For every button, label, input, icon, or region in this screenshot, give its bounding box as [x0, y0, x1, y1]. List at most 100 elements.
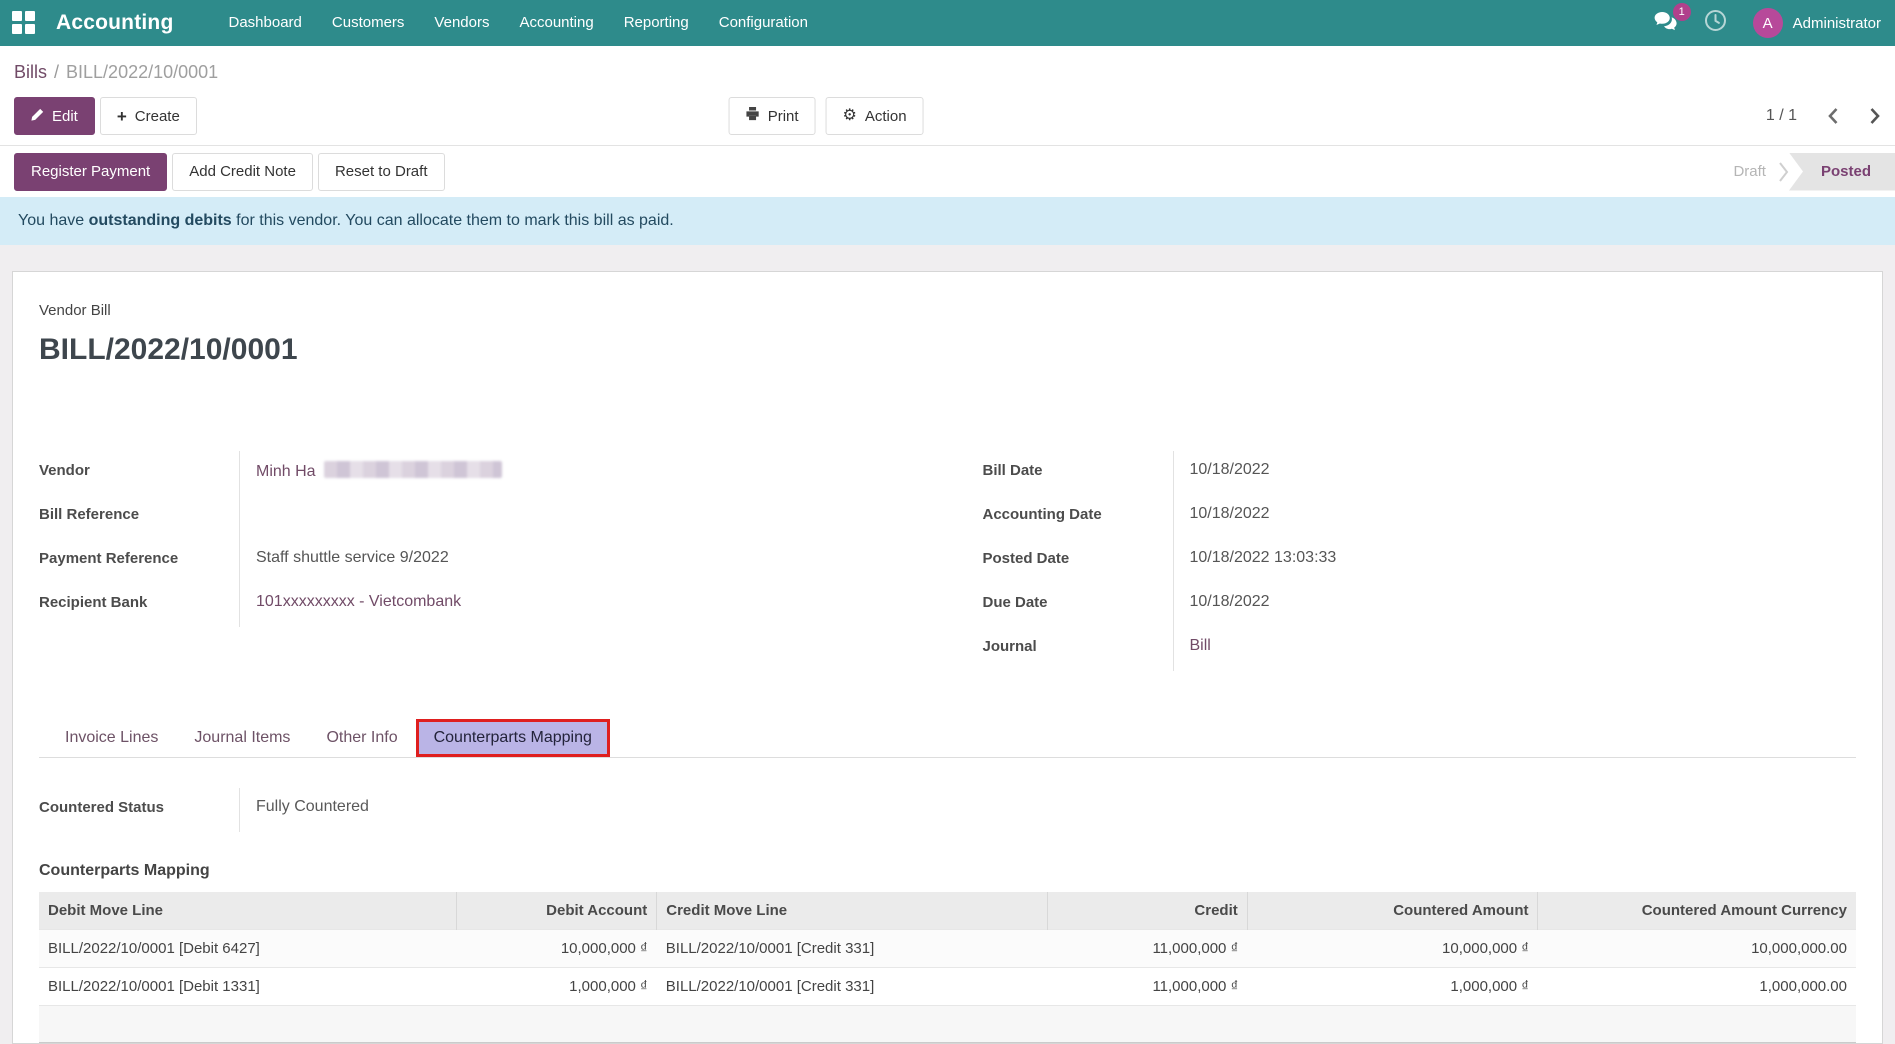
field-accounting-date: Accounting Date 10/18/2022 — [983, 495, 1857, 539]
cell-credit: 11,000,000 ₫ — [1047, 930, 1247, 968]
messages-button[interactable]: 1 — [1654, 11, 1678, 36]
document-type-label: Vendor Bill — [39, 302, 1856, 319]
table-row[interactable]: BILL/2022/10/0001 [Debit 6427] 10,000,00… — [39, 930, 1856, 968]
field-payment-reference: Payment Reference Staff shuttle service … — [39, 539, 913, 583]
counterparts-mapping-title: Counterparts Mapping — [39, 862, 1856, 880]
state-posted[interactable]: Posted — [1789, 153, 1895, 191]
messages-count-badge: 1 — [1673, 3, 1691, 21]
column-credit-move-line[interactable]: Credit Move Line — [657, 892, 1048, 930]
breadcrumb: Bills / BILL/2022/10/0001 — [14, 62, 1881, 83]
create-button[interactable]: + Create — [100, 97, 197, 135]
cell-credit-move-line: BILL/2022/10/0001 [Credit 331] — [657, 968, 1048, 1006]
pager: 1 / 1 — [1766, 107, 1881, 125]
cell-debit-account: 10,000,000 ₫ — [457, 930, 657, 968]
payment-reference-value: Staff shuttle service 9/2022 — [239, 539, 913, 583]
cell-credit-move-line: BILL/2022/10/0001 [Credit 331] — [657, 930, 1048, 968]
due-date-value: 10/18/2022 — [1173, 583, 1857, 627]
banner-text-before: You have — [18, 212, 89, 229]
menu-configuration[interactable]: Configuration — [704, 0, 823, 46]
menu-customers[interactable]: Customers — [317, 0, 420, 46]
chevron-right-icon — [1778, 153, 1789, 191]
field-journal: Journal Bill — [983, 627, 1857, 671]
pager-counter[interactable]: 1 / 1 — [1766, 107, 1797, 125]
outstanding-debits-banner: You have outstanding debits for this ven… — [0, 197, 1895, 245]
clock-icon — [1704, 9, 1727, 37]
column-debit-move-line[interactable]: Debit Move Line — [39, 892, 457, 930]
cell-countered-amount-currency: 1,000,000.00 — [1538, 968, 1856, 1006]
plus-icon: + — [117, 108, 127, 125]
breadcrumb-separator: / — [54, 62, 59, 82]
table-footer — [39, 1005, 1856, 1043]
journal-label: Journal — [983, 627, 1173, 671]
bill-title: BILL/2022/10/0001 — [39, 333, 1856, 367]
cell-countered-amount: 10,000,000 ₫ — [1247, 930, 1538, 968]
breadcrumb-bills-link[interactable]: Bills — [14, 62, 47, 82]
menu-accounting[interactable]: Accounting — [504, 0, 608, 46]
field-posted-date: Posted Date 10/18/2022 13:03:33 — [983, 539, 1857, 583]
top-navbar: Accounting Dashboard Customers Vendors A… — [0, 0, 1895, 46]
recipient-bank-label: Recipient Bank — [39, 583, 239, 627]
pencil-icon — [31, 108, 44, 125]
main-menu: Dashboard Customers Vendors Accounting R… — [214, 0, 823, 46]
payment-reference-label: Payment Reference — [39, 539, 239, 583]
vendor-label: Vendor — [39, 451, 239, 495]
user-name: Administrator — [1793, 15, 1881, 32]
notebook-tabs: Invoice Lines Journal Items Other Info C… — [39, 719, 1856, 758]
state-draft[interactable]: Draft — [1717, 153, 1778, 191]
field-group-right: Bill Date 10/18/2022 Accounting Date 10/… — [983, 451, 1857, 671]
journal-link[interactable]: Bill — [1190, 637, 1211, 654]
breadcrumb-current: BILL/2022/10/0001 — [66, 62, 218, 82]
column-countered-amount[interactable]: Countered Amount — [1247, 892, 1538, 930]
field-group-left: Vendor Minh Ha Bill Reference Payment Re… — [39, 451, 913, 671]
print-button[interactable]: Print — [729, 97, 816, 135]
activities-button[interactable] — [1704, 9, 1727, 37]
bill-form-sheet: Vendor Bill BILL/2022/10/0001 Vendor Min… — [12, 271, 1883, 1044]
accounting-date-label: Accounting Date — [983, 495, 1173, 539]
column-credit[interactable]: Credit — [1047, 892, 1247, 930]
printer-icon — [746, 107, 760, 125]
column-countered-amount-currency[interactable]: Countered Amount Currency — [1538, 892, 1856, 930]
menu-dashboard[interactable]: Dashboard — [214, 0, 317, 46]
bill-reference-value — [239, 495, 913, 539]
cell-debit-account: 1,000,000 ₫ — [457, 968, 657, 1006]
countered-status-label: Countered Status — [39, 788, 239, 832]
posted-date-value: 10/18/2022 13:03:33 — [1173, 539, 1857, 583]
action-button[interactable]: ⚙ Action — [826, 97, 924, 135]
countered-status-value: Fully Countered — [239, 788, 1856, 832]
pager-previous-button[interactable] — [1827, 107, 1839, 125]
cell-credit: 11,000,000 ₫ — [1047, 968, 1247, 1006]
column-debit-account[interactable]: Debit Account — [457, 892, 657, 930]
tab-journal-items[interactable]: Journal Items — [176, 719, 308, 757]
apps-grid-icon[interactable] — [12, 11, 36, 35]
accounting-date-value: 10/18/2022 — [1173, 495, 1857, 539]
avatar: A — [1753, 8, 1783, 38]
field-bill-date: Bill Date 10/18/2022 — [983, 451, 1857, 495]
state-widget: Draft Posted — [1717, 153, 1895, 191]
tab-invoice-lines[interactable]: Invoice Lines — [47, 719, 176, 757]
add-credit-note-button[interactable]: Add Credit Note — [172, 153, 313, 191]
menu-reporting[interactable]: Reporting — [609, 0, 704, 46]
banner-text-after: for this vendor. You can allocate them t… — [232, 212, 674, 229]
pager-next-button[interactable] — [1869, 107, 1881, 125]
user-menu[interactable]: A Administrator — [1753, 8, 1881, 38]
field-recipient-bank: Recipient Bank 101xxxxxxxxx - Vietcomban… — [39, 583, 913, 627]
menu-vendors[interactable]: Vendors — [419, 0, 504, 46]
recipient-bank-link[interactable]: 101xxxxxxxxx - Vietcombank — [256, 593, 461, 610]
vendor-link[interactable]: Minh Ha — [256, 463, 316, 480]
control-panel: Bills / BILL/2022/10/0001 Edit + Create Pr… — [0, 46, 1895, 145]
table-header-row: Debit Move Line Debit Account Credit Mov… — [39, 892, 1856, 930]
table-row[interactable]: BILL/2022/10/0001 [Debit 1331] 1,000,000… — [39, 968, 1856, 1006]
field-due-date: Due Date 10/18/2022 — [983, 583, 1857, 627]
edit-button[interactable]: Edit — [14, 97, 95, 135]
field-vendor: Vendor Minh Ha — [39, 451, 913, 495]
register-payment-button[interactable]: Register Payment — [14, 153, 167, 191]
reset-to-draft-button[interactable]: Reset to Draft — [318, 153, 445, 191]
tab-other-info[interactable]: Other Info — [308, 719, 415, 757]
tab-counterparts-mapping[interactable]: Counterparts Mapping — [416, 719, 610, 757]
vendor-name-redacted — [324, 461, 502, 478]
counterparts-mapping-table: Debit Move Line Debit Account Credit Mov… — [39, 892, 1856, 1005]
field-countered-status: Countered Status Fully Countered — [39, 788, 1856, 832]
cell-debit-move-line: BILL/2022/10/0001 [Debit 1331] — [39, 968, 457, 1006]
cell-countered-amount-currency: 10,000,000.00 — [1538, 930, 1856, 968]
due-date-label: Due Date — [983, 583, 1173, 627]
